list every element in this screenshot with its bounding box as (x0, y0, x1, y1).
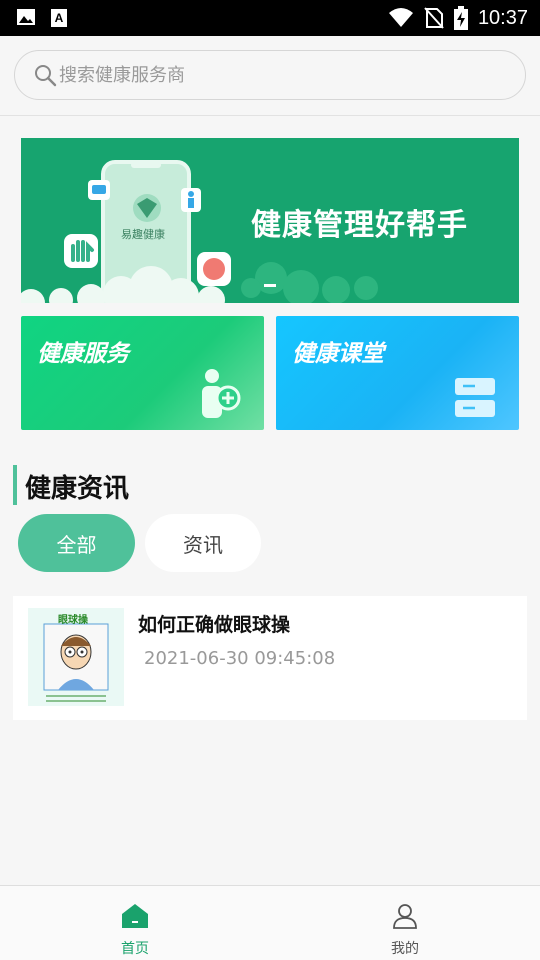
wifi-icon (388, 8, 413, 27)
promo-banner[interactable]: 易趣健康 健康管理好帮手 (21, 138, 519, 303)
home-icon (122, 904, 148, 928)
nav-mine[interactable]: 我的 (345, 886, 465, 960)
search-icon (35, 65, 57, 87)
news-thumbnail: 眼球操 (28, 608, 124, 706)
news-section-title: 健康资讯 (25, 474, 130, 504)
banner-headline: 健康管理好帮手 (251, 208, 468, 243)
image-icon (17, 9, 35, 25)
no-sim-icon (424, 7, 444, 29)
a-keyboard-icon: A (51, 9, 67, 27)
nav-home[interactable]: 首页 (75, 886, 195, 960)
nav-mine-label: 我的 (391, 941, 419, 957)
status-time: 10:37 (477, 6, 528, 29)
search-header (0, 36, 540, 116)
health-class-card[interactable]: 健康课堂 (276, 316, 519, 430)
tab-all[interactable]: 全部 (18, 514, 135, 572)
search-input[interactable] (59, 64, 479, 86)
thumbnail-caption: 眼球操 (58, 615, 88, 626)
search-box[interactable] (14, 50, 526, 100)
section-accent-bar (13, 465, 17, 505)
status-bar: A 10:37 (0, 0, 540, 36)
bottom-navigation: 首页 我的 (0, 885, 540, 960)
list-icon (455, 378, 495, 417)
banner-app-name: 易趣健康 (121, 228, 165, 241)
health-class-label: 健康课堂 (292, 341, 384, 367)
user-icon (393, 904, 417, 929)
battery-charging-icon (453, 6, 468, 30)
news-list-item[interactable]: 眼球操 如何正确做眼球操 2021-06-30 09:45:08 (13, 596, 527, 720)
svg-text:A: A (55, 11, 64, 25)
tab-news[interactable]: 资讯 (145, 514, 261, 572)
health-service-card[interactable]: 健康服务 (21, 316, 264, 430)
person-add-icon (202, 369, 241, 418)
banner-page-indicator (264, 284, 276, 287)
news-date: 2021-06-30 09:45:08 (144, 648, 336, 669)
nav-home-label: 首页 (121, 941, 149, 957)
health-service-label: 健康服务 (37, 341, 129, 367)
news-title: 如何正确做眼球操 (138, 614, 291, 636)
